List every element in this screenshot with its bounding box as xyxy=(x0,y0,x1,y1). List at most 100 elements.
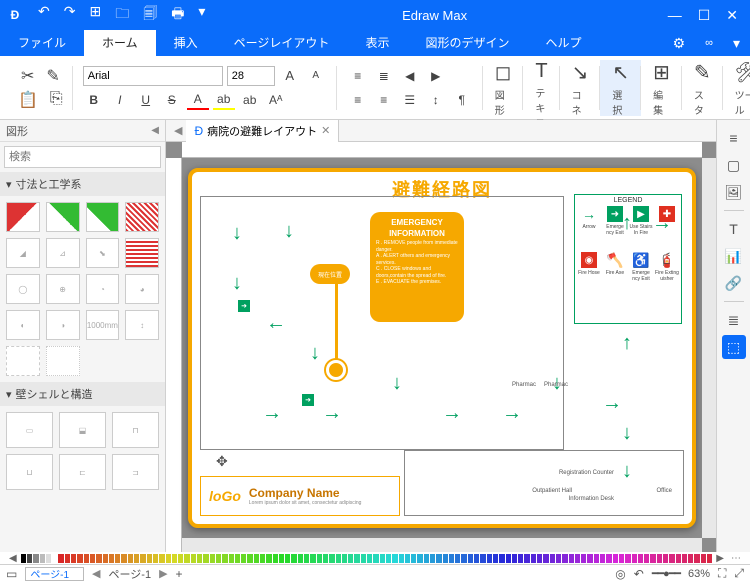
redo-button[interactable]: ↷ xyxy=(64,3,76,27)
align-center-button[interactable]: ≡ xyxy=(373,90,395,110)
shape-thumb[interactable]: ◯ xyxy=(6,274,40,304)
color-swatch[interactable] xyxy=(21,554,26,563)
color-swatch[interactable] xyxy=(436,554,441,563)
color-swatch[interactable] xyxy=(96,554,101,563)
swatch-menu[interactable]: ⋯ xyxy=(728,553,744,564)
color-swatch[interactable] xyxy=(399,554,404,563)
shape-thumb[interactable]: ⊐ xyxy=(112,454,159,490)
color-swatch[interactable] xyxy=(499,554,504,563)
new-button[interactable]: ⊞ xyxy=(89,3,101,27)
section-walls[interactable]: ▾壁シェルと構造 xyxy=(0,382,165,406)
color-swatch[interactable] xyxy=(46,554,51,563)
color-swatch[interactable] xyxy=(317,554,322,563)
shape-thumb[interactable] xyxy=(6,202,40,232)
color-swatch[interactable] xyxy=(166,554,171,563)
color-swatch[interactable] xyxy=(147,554,152,563)
color-swatch[interactable] xyxy=(632,554,637,563)
shape-thumb[interactable]: ⊏ xyxy=(59,454,106,490)
color-swatch[interactable] xyxy=(210,554,215,563)
right-tool-4[interactable]: 📊 xyxy=(722,244,746,268)
color-swatch[interactable] xyxy=(676,554,681,563)
color-swatch[interactable] xyxy=(562,554,567,563)
shape-thumb[interactable] xyxy=(46,346,80,376)
shape-thumb[interactable]: ◢ xyxy=(6,238,40,268)
outdent-button[interactable]: ◀ xyxy=(399,66,421,86)
color-swatch[interactable] xyxy=(550,554,555,563)
page-select[interactable]: ページ-1 xyxy=(25,567,84,581)
page-width-icon[interactable]: ▭ xyxy=(6,567,17,581)
right-tool-0[interactable]: ≡ xyxy=(722,126,746,150)
color-swatch[interactable] xyxy=(342,554,347,563)
color-swatch[interactable] xyxy=(468,554,473,563)
menu-help[interactable]: ヘルプ xyxy=(527,30,599,56)
color-swatch[interactable] xyxy=(298,554,303,563)
shape-thumb[interactable] xyxy=(86,202,120,232)
shape-thumb[interactable]: ⬊ xyxy=(86,238,120,268)
fullscreen-button[interactable]: ⤢ xyxy=(734,566,744,581)
open-button[interactable]: 🗀 xyxy=(115,3,129,27)
color-swatch[interactable] xyxy=(480,554,485,563)
settings-button[interactable]: ⚙ xyxy=(663,35,696,52)
shape-tool[interactable]: ◻図形 xyxy=(483,60,524,116)
color-swatch[interactable] xyxy=(128,554,133,563)
color-swatch[interactable] xyxy=(657,554,662,563)
right-tool-7[interactable]: ⬚ xyxy=(722,335,746,359)
color-swatch[interactable] xyxy=(531,554,536,563)
color-swatch[interactable] xyxy=(594,554,599,563)
text-tool[interactable]: Tテキスト xyxy=(523,60,559,116)
color-swatch[interactable] xyxy=(461,554,466,563)
tab-nav-left[interactable]: ◀ xyxy=(170,124,186,137)
color-swatch[interactable] xyxy=(613,554,618,563)
color-swatch[interactable] xyxy=(405,554,410,563)
font-size-select[interactable]: 28 xyxy=(227,66,275,86)
right-tool-6[interactable]: ≣ xyxy=(722,308,746,332)
color-swatch[interactable] xyxy=(84,554,89,563)
color-swatch[interactable] xyxy=(354,554,359,563)
bold-button[interactable]: B xyxy=(83,90,105,110)
paragraph-mark-button[interactable]: ¶ xyxy=(451,90,473,110)
color-swatch[interactable] xyxy=(241,554,246,563)
bullets-button[interactable]: ≡ xyxy=(347,66,369,86)
highlight-button[interactable]: ab xyxy=(213,90,235,110)
color-swatch[interactable] xyxy=(109,554,114,563)
section-dimensions[interactable]: ▾寸法と工学系 xyxy=(0,172,165,196)
maximize-button[interactable]: ☐ xyxy=(698,7,711,24)
shape-thumb[interactable]: 1000mm xyxy=(86,310,120,340)
swatch-nav-left[interactable]: ◀ xyxy=(6,553,20,564)
color-swatch[interactable] xyxy=(455,554,460,563)
edit-group[interactable]: ⊞編集 xyxy=(641,60,682,116)
minimize-button[interactable]: — xyxy=(668,7,682,24)
shape-thumb[interactable] xyxy=(6,346,40,376)
right-tool-2[interactable]: 🖼 xyxy=(722,180,746,204)
color-swatch[interactable] xyxy=(140,554,145,563)
color-swatch[interactable] xyxy=(367,554,372,563)
color-swatch[interactable] xyxy=(669,554,674,563)
color-swatch[interactable] xyxy=(474,554,479,563)
color-swatch[interactable] xyxy=(644,554,649,563)
vertical-scrollbar[interactable] xyxy=(702,158,716,538)
color-swatch[interactable] xyxy=(134,554,139,563)
color-swatch[interactable] xyxy=(159,554,164,563)
cut-button[interactable]: ✂ xyxy=(21,66,34,86)
font-shrink-button[interactable]: A xyxy=(305,66,327,86)
text-ab-button[interactable]: ab xyxy=(239,90,261,110)
color-swatch[interactable] xyxy=(443,554,448,563)
color-swatch[interactable] xyxy=(153,554,158,563)
color-swatch[interactable] xyxy=(493,554,498,563)
color-swatch[interactable] xyxy=(291,554,296,563)
style-group[interactable]: ✎スタイル xyxy=(682,60,723,116)
color-swatch[interactable] xyxy=(103,554,108,563)
color-swatch[interactable] xyxy=(323,554,328,563)
color-swatch[interactable] xyxy=(115,554,120,563)
color-swatch[interactable] xyxy=(638,554,643,563)
drawing-page[interactable]: 避難経路図 LEGEND →Arrow➜Emerge ncy Exit▶Use … xyxy=(188,168,696,528)
swatch-nav-right[interactable]: ▶ xyxy=(713,553,727,564)
zoom-slider[interactable]: ━━●━━ xyxy=(652,567,680,580)
shapes-panel-expand-icon[interactable]: ◀ xyxy=(151,125,159,136)
text-color-button[interactable]: A xyxy=(187,90,209,110)
tool-group[interactable]: 🛠ツール xyxy=(723,60,750,116)
shape-thumb[interactable]: ◐ xyxy=(6,310,40,340)
color-swatch[interactable] xyxy=(392,554,397,563)
color-swatch[interactable] xyxy=(411,554,416,563)
shape-thumb[interactable] xyxy=(46,202,80,232)
